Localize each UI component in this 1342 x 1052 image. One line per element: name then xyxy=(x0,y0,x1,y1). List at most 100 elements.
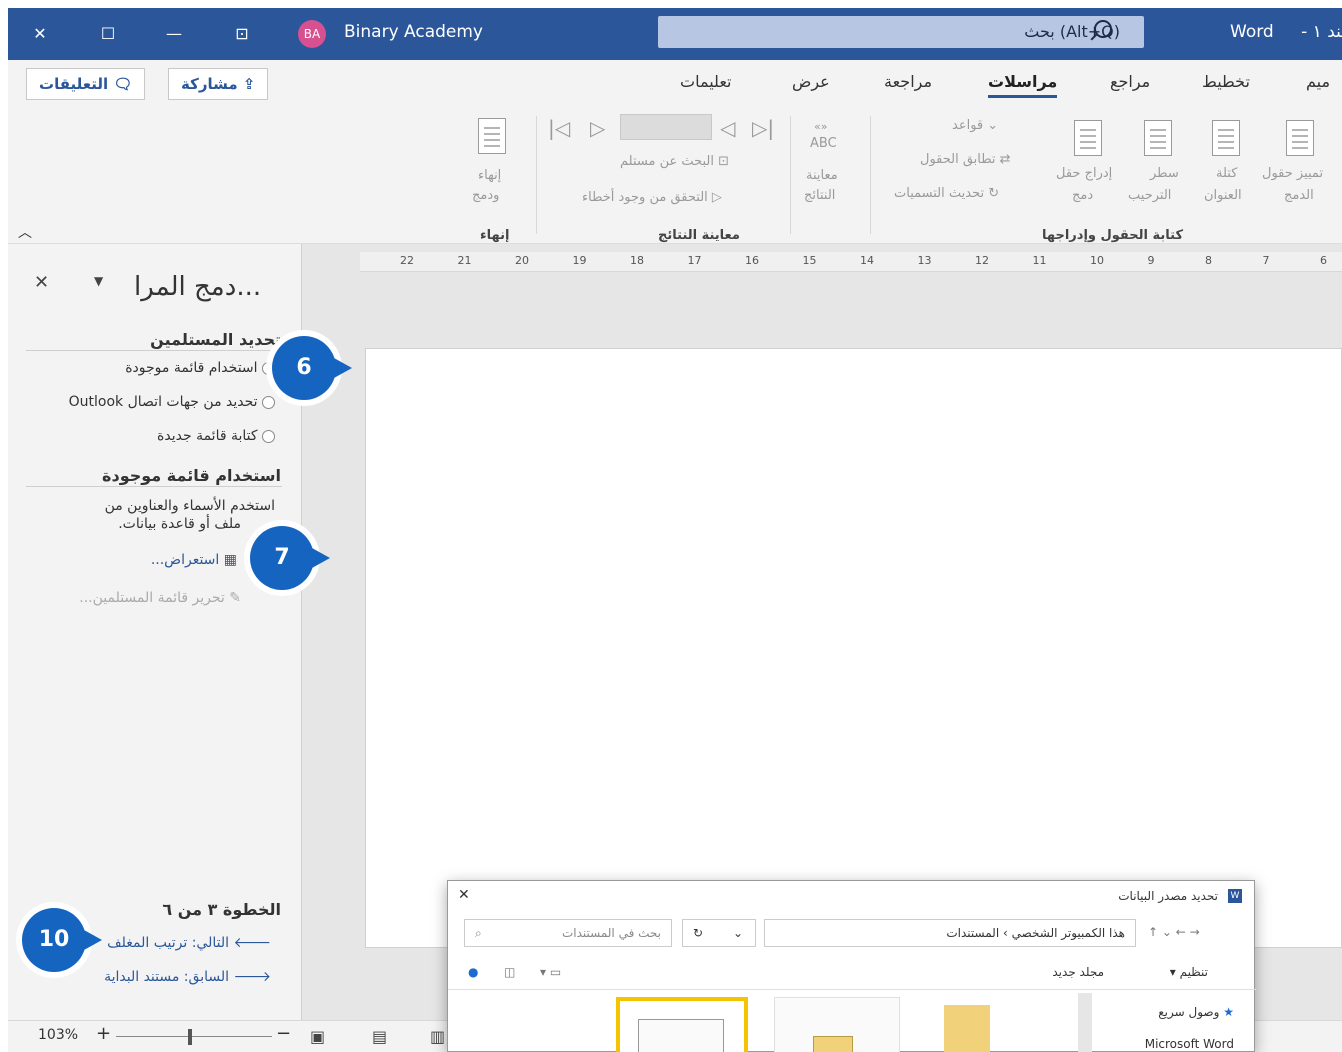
comments-button[interactable]: 🗨 التعليقات xyxy=(26,68,146,100)
greeting-line-label2[interactable]: الترحيب xyxy=(1128,188,1171,203)
close-pane-icon[interactable]: ✕ xyxy=(34,272,49,293)
option-outlook[interactable]: تحديد من جهات اتصال Outlook xyxy=(69,394,275,410)
rules-button[interactable]: ⌄ قواعد xyxy=(952,118,998,133)
highlight-fields-icon[interactable] xyxy=(1286,120,1314,156)
selected-file-item[interactable] xyxy=(616,997,748,1052)
ruler-tick: 12 xyxy=(975,254,989,267)
arrow-left-icon: 🡐 xyxy=(233,935,271,951)
folder-icon xyxy=(813,1036,853,1052)
title-bar: ✕ ☐ — ⊡ BA Binary Academy بحث (Alt+Q) Wo… xyxy=(8,8,1342,60)
insert-field-label2[interactable]: دمج xyxy=(1072,188,1093,203)
preview-results-label2[interactable]: النتائج xyxy=(804,188,835,203)
document-page[interactable] xyxy=(365,348,1342,948)
tab-view[interactable]: عرض xyxy=(792,72,830,91)
zoom-level[interactable]: 103% xyxy=(38,1027,78,1043)
dialog-search-input[interactable]: بحث في المستندات ⌕ xyxy=(464,919,672,947)
search-box[interactable]: بحث (Alt+Q) xyxy=(658,16,1144,48)
address-block-label2[interactable]: العنوان xyxy=(1204,188,1242,203)
next-record-icon[interactable]: ◁ xyxy=(720,116,735,140)
zoom-slider[interactable] xyxy=(116,1036,272,1037)
refresh-icon: ↻ xyxy=(693,926,704,940)
check-errors-button[interactable]: ▷ التحقق من وجود أخطاء xyxy=(582,190,722,205)
organize-button[interactable]: تنظيم ▾ xyxy=(1170,965,1208,979)
pane-options-icon[interactable]: ▼ xyxy=(94,274,103,288)
nav-buttons[interactable]: ↑ ⌄ ← → xyxy=(1148,925,1200,939)
write-insert-group-label: كتابة الحقول وإدراجها xyxy=(1042,228,1184,243)
address-block-icon[interactable] xyxy=(1212,120,1240,156)
read-mode-icon[interactable]: ▥ xyxy=(430,1027,445,1046)
previous-step-link[interactable]: 🡒 السابق: مستند البداية xyxy=(104,968,271,985)
update-labels-button[interactable]: ↻ تحديث التسميات xyxy=(894,186,999,201)
preview-arrows-icon: «» xyxy=(814,120,828,133)
radio-outlook[interactable] xyxy=(262,395,275,409)
ribbon-display-icon[interactable]: ⊡ xyxy=(230,22,254,46)
view-options-icon[interactable]: ▾ ▭ xyxy=(540,965,561,979)
zoom-out-icon[interactable]: − xyxy=(276,1023,291,1044)
ruler-tick: 19 xyxy=(572,254,587,267)
preview-results-label1[interactable]: معاينة xyxy=(806,168,838,183)
refresh-dropdown[interactable]: ↻ ⌄ xyxy=(682,919,756,947)
quick-access-item[interactable]: ★ وصول سريع xyxy=(1158,1005,1234,1019)
share-button[interactable]: ⇪ مشاركة xyxy=(168,68,269,100)
address-block-label1[interactable]: كتلة xyxy=(1216,166,1237,181)
last-record-icon[interactable]: ▷| xyxy=(752,116,774,140)
folder-icon[interactable] xyxy=(944,1005,990,1052)
insert-field-label1[interactable]: إدراج حقل xyxy=(1056,166,1112,181)
file-item[interactable] xyxy=(774,997,900,1052)
word-folder-item[interactable]: Microsoft Word xyxy=(1145,1037,1234,1051)
print-layout-icon[interactable]: ▤ xyxy=(372,1027,387,1046)
ruler-tick: 8 xyxy=(1205,254,1212,267)
radio-new-list[interactable] xyxy=(262,429,275,443)
tab-layout[interactable]: تخطيط xyxy=(1202,72,1250,91)
highlight-fields-label1[interactable]: تمييز حقول xyxy=(1262,166,1323,181)
divider xyxy=(26,486,282,487)
greeting-line-label1[interactable]: سطر xyxy=(1150,166,1179,181)
address-bar[interactable]: هذا الكمبيوتر الشخصي › المستندات xyxy=(764,919,1136,947)
highlight-fields-label2[interactable]: الدمج xyxy=(1284,188,1314,203)
search-icon: ⌕ xyxy=(475,926,482,940)
avatar[interactable]: BA xyxy=(298,20,326,48)
ruler-tick: 7 xyxy=(1262,254,1270,267)
new-folder-button[interactable]: مجلد جديد xyxy=(1052,965,1104,979)
ribbon-separator xyxy=(536,116,537,234)
collapse-ribbon-icon[interactable]: ︿ xyxy=(18,222,32,242)
browse-link[interactable]: ▦ استعراض... xyxy=(151,552,237,568)
insert-merge-field-icon[interactable] xyxy=(1074,120,1102,156)
ruler-tick: 16 xyxy=(745,254,759,267)
finish-merge-icon[interactable] xyxy=(478,118,506,154)
edit-recipient-list-link[interactable]: ✎ تحرير قائمة المستلمين... xyxy=(79,590,241,606)
tab-design[interactable]: ميم xyxy=(1306,72,1330,91)
dialog-close-icon[interactable]: ✕ xyxy=(458,887,470,903)
first-record-icon[interactable]: |◁ xyxy=(548,116,570,140)
minimize-icon[interactable]: — xyxy=(162,22,186,46)
step-indicator: الخطوة ٣ من ٦ xyxy=(162,900,281,919)
ruler-tick: 14 xyxy=(860,254,874,267)
web-layout-icon[interactable]: ▣ xyxy=(310,1027,325,1046)
maximize-icon[interactable]: ☐ xyxy=(96,22,120,46)
previous-record-icon[interactable]: ▷ xyxy=(590,116,605,140)
option-new-list[interactable]: كتابة قائمة جديدة xyxy=(157,428,275,444)
zoom-in-icon[interactable]: + xyxy=(96,1023,111,1044)
star-icon: ★ xyxy=(1223,1005,1234,1019)
tab-references[interactable]: مراجع xyxy=(1110,72,1150,91)
view-pane-icon[interactable]: ◫ xyxy=(504,965,515,979)
next-step-link[interactable]: 🡐 التالي: ترتيب المغلف xyxy=(107,934,271,951)
ruler-tick: 20 xyxy=(515,254,529,267)
tab-mailings[interactable]: مراسلات xyxy=(988,72,1058,98)
option-use-existing[interactable]: استخدام قائمة موجودة xyxy=(125,360,275,376)
record-number-box[interactable] xyxy=(620,114,712,140)
finish-merge-label1: إنهاء xyxy=(478,168,502,183)
find-recipient-button[interactable]: ⊡ البحث عن مستلم xyxy=(620,154,729,169)
help-icon[interactable]: ● xyxy=(468,965,478,979)
account-name: Binary Academy xyxy=(344,22,483,42)
greeting-line-icon[interactable] xyxy=(1144,120,1172,156)
tab-review[interactable]: مراجعة xyxy=(884,72,932,91)
match-fields-button[interactable]: ⇄ تطابق الحقول xyxy=(920,152,1011,167)
breadcrumb: هذا الكمبيوتر الشخصي › المستندات xyxy=(946,926,1125,940)
document-name: تند ١ - xyxy=(1301,22,1342,42)
tab-help[interactable]: تعليمات xyxy=(680,72,731,91)
close-icon[interactable]: ✕ xyxy=(28,22,52,46)
callout-badge-10: 10 xyxy=(22,908,102,972)
scrollbar[interactable] xyxy=(1078,993,1092,1052)
zoom-slider-thumb[interactable] xyxy=(188,1029,192,1045)
